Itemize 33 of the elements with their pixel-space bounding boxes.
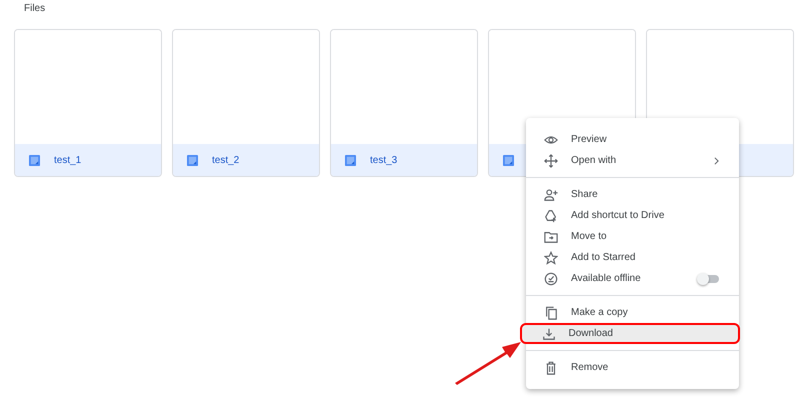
menu-item[interactable]: Preview [526,129,739,150]
menu-item[interactable]: Download [520,323,740,344]
menu-item[interactable]: Add shortcut to Drive [526,205,739,226]
menu-item[interactable]: Share [526,184,739,205]
copy-icon [544,306,558,320]
file-name: test_3 [370,154,398,166]
annotation-arrow [453,340,523,385]
offline-toggle[interactable] [699,274,719,282]
download-icon [542,326,556,340]
menu-item[interactable]: Available offline [526,268,739,289]
drive-add-icon [544,208,558,222]
section-title: Files [24,3,46,14]
trash-icon [544,360,558,374]
offline-icon [544,272,558,286]
file-card[interactable]: test_3 [330,29,478,177]
document-icon [187,154,198,166]
menu-item[interactable]: Make a copy [526,302,739,323]
document-icon [345,154,356,166]
menu-item[interactable]: Add to Starred [526,247,739,268]
menu-item[interactable]: Move to [526,226,739,247]
move-icon [544,154,558,168]
file-name: test_1 [54,154,82,166]
star-icon [544,250,558,264]
person-add-icon [544,188,558,202]
folder-icon [544,230,558,244]
menu-item[interactable]: Open with [526,150,739,171]
chevron-right-icon [714,156,719,164]
file-card[interactable]: test_1 [14,29,162,177]
document-icon [503,154,514,166]
menu-item[interactable]: Remove [526,357,739,378]
file-card[interactable]: test_2 [172,29,320,177]
file-name: test_2 [212,154,240,166]
document-icon [29,154,40,166]
